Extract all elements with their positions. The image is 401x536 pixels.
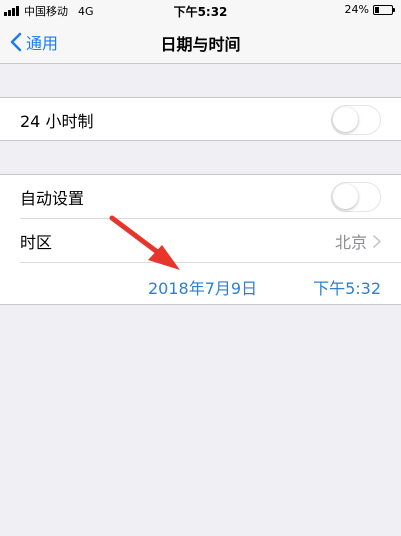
settings-group-datetime: 自动设置 时区 北京 2018年7月9日 下午5:32	[0, 174, 401, 305]
settings-group-24h: 24 小时制	[0, 97, 401, 141]
navigation-bar: 通用 日期与时间	[0, 20, 401, 64]
timezone-label: 时区	[20, 233, 53, 252]
timezone-value: 北京	[334, 233, 367, 252]
battery-fill	[375, 6, 379, 13]
hour24-toggle[interactable]	[331, 105, 381, 135]
page-title: 日期与时间	[160, 35, 241, 54]
chevron-right-icon	[373, 234, 381, 248]
battery-icon	[373, 4, 395, 15]
status-bar: 中国移动 4G 下午5:32 24%	[0, 0, 401, 20]
date-value[interactable]: 2018年7月9日	[148, 275, 257, 299]
hour24-label: 24 小时制	[20, 112, 94, 131]
screen: 中国移动 4G 下午5:32 24% 通用 日期与时间 24 小时制 自动设置 …	[0, 0, 401, 536]
toggle-knob	[333, 107, 358, 132]
time-value[interactable]: 下午5:32	[313, 275, 381, 299]
status-right: 24%	[344, 3, 395, 16]
timezone-row[interactable]: 时区 北京	[0, 219, 401, 263]
battery-percent: 24%	[344, 3, 369, 16]
status-time: 下午5:32	[173, 5, 228, 19]
datetime-row: 2018年7月9日 下午5:32	[0, 263, 401, 306]
auto-set-label: 自动设置	[20, 189, 85, 208]
auto-set-row: 自动设置	[0, 175, 401, 219]
hour24-row: 24 小时制	[0, 98, 401, 142]
auto-set-toggle[interactable]	[331, 182, 381, 212]
toggle-knob	[333, 184, 358, 209]
